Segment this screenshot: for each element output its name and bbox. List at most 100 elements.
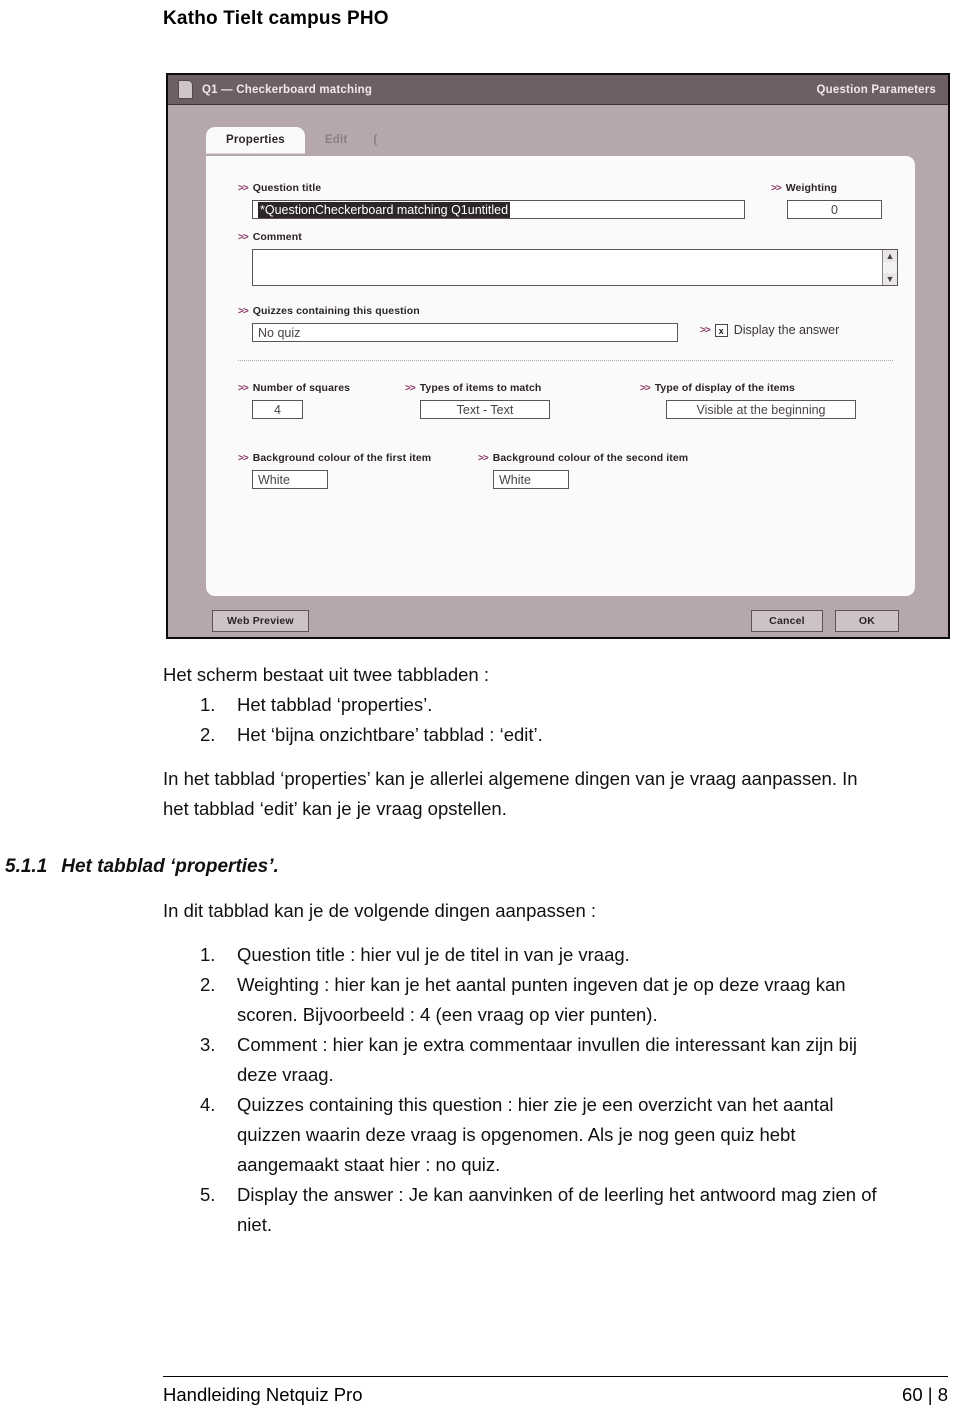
list-item-number: 4. [200,1094,216,1115]
bullet-icon: >> [700,324,711,336]
paragraph-1-line-1: In het tabblad ‘properties’ kan je aller… [163,768,858,789]
list-item-text: Quizzes containing this question : hier … [237,1094,834,1115]
types-items-label-row: >> Types of items to match [405,382,541,394]
dialog-title: Q1 — Checkerboard matching [202,83,373,96]
comment-textarea[interactable]: ▲ ▼ [252,249,898,286]
tab-properties[interactable]: Properties [206,127,305,154]
list-item-number: 2. [200,724,216,745]
types-items-select[interactable]: Text - Text [420,400,550,419]
bullet-icon: >> [238,382,249,394]
list-item: 3. Comment : hier kan je extra commentaa… [0,1030,960,1090]
cancel-button[interactable]: Cancel [751,610,823,632]
list-item: 5. Display the answer : Je kan aanvinken… [0,1180,960,1240]
bg-first-select[interactable]: White [252,470,328,489]
types-items-label: Types of items to match [419,382,542,394]
bullet-icon: >> [238,231,249,243]
display-answer-checkbox[interactable]: x [714,323,728,337]
footer-left: Handleiding Netquiz Pro [163,1384,363,1405]
type-display-select[interactable]: Visible at the beginning [666,400,856,419]
comment-label: Comment [252,231,302,243]
list-item-text: aangemaakt staat hier : no quiz. [237,1154,501,1175]
list-item-number: 2. [200,974,216,995]
list-item-text: Weighting : hier kan je het aantal punte… [237,974,846,995]
list-item: 2. Weighting : hier kan je het aantal pu… [0,970,960,1030]
quizzes-input[interactable]: No quiz [252,323,678,342]
bg-first-label: Background colour of the first item [252,452,432,464]
list-item-text: quizzen waarin deze vraag is opgenomen. … [237,1124,796,1145]
comment-label-row: >> Comment [238,231,302,243]
quizzes-label: Quizzes containing this question [252,305,420,317]
list-item: 1. Het tabblad ‘properties’. [0,690,960,720]
document-body: Het scherm bestaat uit twee tabbladen : … [0,660,960,1240]
question-title-input[interactable]: *QuestionCheckerboard matching Q1untitle… [252,200,745,219]
list-item: 1. Question title : hier vul je de titel… [0,940,960,970]
intro-line: Het scherm bestaat uit twee tabbladen : [163,664,489,685]
number-of-squares-input[interactable]: 4 [252,400,303,419]
main-list: 1. Question title : hier vul je de titel… [0,940,960,1240]
dialog-subtitle: Question Parameters [816,83,936,96]
question-title-value: *QuestionCheckerboard matching Q1untitle… [258,201,511,218]
footer-right: 60 | 8 [902,1384,948,1405]
list-item-text: Question title : hier vul je de titel in… [237,944,630,965]
list-item-text: scoren. Bijvoorbeeld : 4 (een vraag op v… [237,1004,658,1025]
section-heading-text: Het tabblad ‘properties’. [61,856,279,877]
bullet-icon: >> [238,452,249,464]
list-item-text: deze vraag. [237,1064,334,1085]
list-item: 2. Het ‘bijna onzichtbare’ tabblad : ‘ed… [0,720,960,750]
list-item-text: Display the answer : Je kan aanvinken of… [237,1184,877,1205]
list-item: 4. Quizzes containing this question : hi… [0,1090,960,1180]
bullet-icon: >> [478,452,489,464]
list-item-number: 3. [200,1034,216,1055]
intro-line-2: In dit tabblad kan je de volgende dingen… [163,900,597,921]
footer-divider [163,1376,948,1377]
list-item-text: Het tabblad ‘properties’. [237,694,433,715]
question-title-label-row: >> Question title [238,182,321,194]
number-of-squares-label: Number of squares [252,382,351,394]
bg-second-label-row: >> Background colour of the second item [478,452,688,464]
bg-first-label-row: >> Background colour of the first item [238,452,431,464]
section-divider [238,360,893,361]
scroll-down-icon[interactable]: ▼ [883,273,897,285]
bullet-icon: >> [405,382,416,394]
comment-scrollbar[interactable]: ▲ ▼ [882,250,897,285]
dialog-tabs: Properties Edit ( [206,127,383,154]
type-display-label: Type of display of the items [654,382,795,394]
display-answer-row[interactable]: >> x Display the answer [700,323,839,337]
document-icon [178,80,193,99]
bullet-icon: >> [238,305,249,317]
list-item-text: Het ‘bijna onzichtbare’ tabblad : ‘edit’… [237,724,543,745]
page-footer: Handleiding Netquiz Pro 60 | 8 [163,1384,948,1406]
list-item-text: niet. [237,1214,272,1235]
list-item-number: 1. [200,694,216,715]
weighting-label-row: >> Weighting [771,182,837,194]
dialog-titlebar: Q1 — Checkerboard matching Question Para… [168,75,948,105]
bullet-icon: >> [238,182,249,194]
scroll-up-icon[interactable]: ▲ [883,250,897,262]
quizzes-label-row: >> Quizzes containing this question [238,305,420,317]
number-of-squares-label-row: >> Number of squares [238,382,350,394]
dialog-body: Properties Edit ( >> Question title *Que… [168,105,948,637]
weighting-input[interactable]: 0 [787,200,882,219]
bullet-icon: >> [640,382,651,394]
type-display-label-row: >> Type of display of the items [640,382,795,394]
tab-edit[interactable]: Edit [305,127,368,154]
web-preview-button[interactable]: Web Preview [212,610,309,632]
bullet-icon: >> [771,182,782,194]
bg-second-select[interactable]: White [493,470,569,489]
section-heading: 5.1.1 Het tabblad ‘properties’. [0,852,960,882]
bg-second-label: Background colour of the second item [492,452,689,464]
ok-button[interactable]: OK [835,610,899,632]
comment-textarea-value[interactable] [253,250,882,285]
section-heading-number: 5.1.1 [5,856,48,877]
netquiz-dialog-screenshot: Q1 — Checkerboard matching Question Para… [166,73,950,639]
list-item-number: 1. [200,944,216,965]
question-title-label: Question title [252,182,322,194]
list-item-text: Comment : hier kan je extra commentaar i… [237,1034,858,1055]
tab-extra[interactable]: ( [367,127,383,154]
paragraph-1-line-2: het tabblad ‘edit’ kan je je vraag opste… [163,798,507,819]
page-title: Katho Tielt campus PHO [163,8,389,29]
